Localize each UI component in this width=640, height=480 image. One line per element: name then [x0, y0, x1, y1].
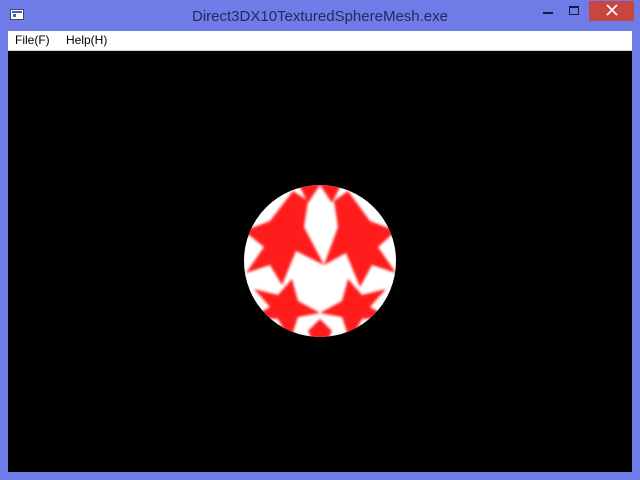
maximize-button[interactable] — [562, 1, 588, 21]
minimize-icon — [543, 12, 553, 14]
close-icon — [606, 4, 618, 16]
title-bar[interactable]: Direct3DX10TexturedSphereMesh.exe — [0, 0, 640, 31]
maximize-icon — [569, 6, 579, 15]
app-window: Direct3DX10TexturedSphereMesh.exe File(F… — [0, 0, 640, 480]
minimize-button[interactable] — [536, 1, 562, 21]
menu-help[interactable]: Help(H) — [66, 31, 107, 50]
app-window-icon[interactable] — [10, 9, 24, 20]
textured-sphere — [244, 185, 396, 337]
menu-bar: File(F) Help(H) — [8, 31, 632, 51]
menu-file[interactable]: File(F) — [15, 31, 50, 50]
render-viewport[interactable] — [8, 51, 632, 472]
close-button[interactable] — [589, 1, 634, 21]
